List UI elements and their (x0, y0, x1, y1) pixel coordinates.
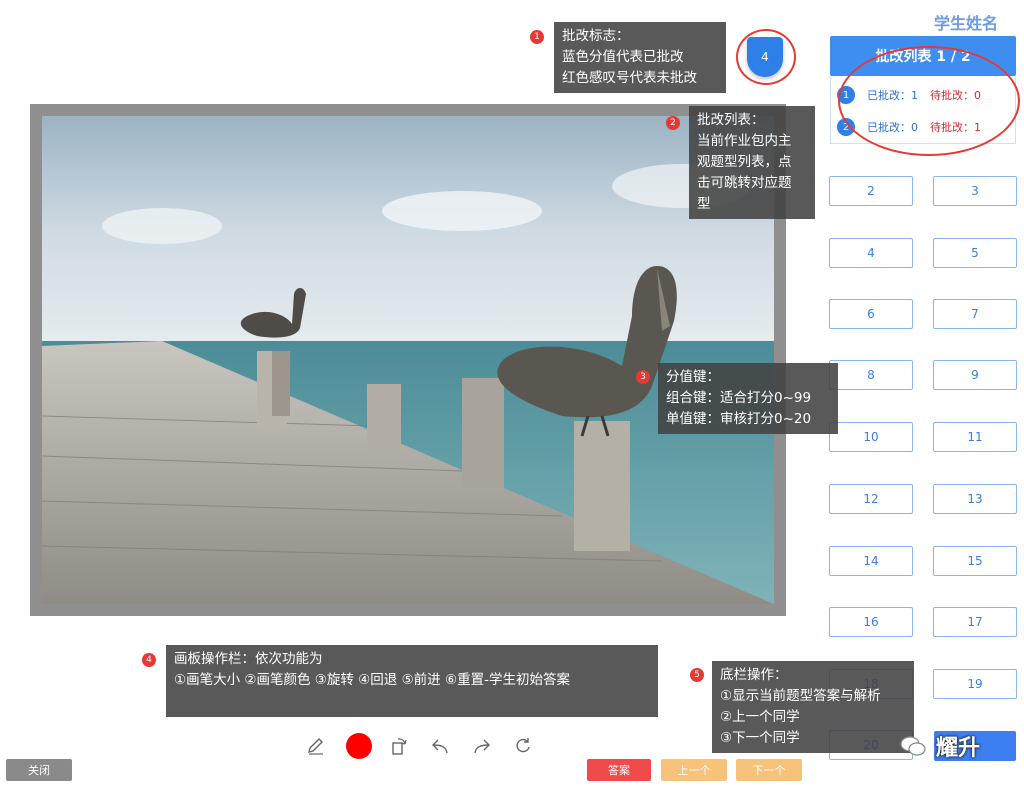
pen-icon[interactable] (304, 734, 328, 758)
question-button[interactable]: 3 (933, 176, 1017, 206)
question-button[interactable]: 10 (829, 422, 913, 452)
question-button[interactable]: 6 (829, 299, 913, 329)
reset-icon[interactable] (511, 734, 535, 758)
tip-line: 击可跳转对应题 (697, 175, 792, 191)
watermark: 耀升 (894, 728, 1016, 764)
rotate-icon[interactable] (387, 734, 411, 758)
watermark-text: 耀升 (936, 736, 981, 761)
tip-marker: 5 (690, 668, 704, 682)
question-button[interactable]: 19 (933, 669, 1017, 699)
question-button[interactable]: 2 (829, 176, 913, 206)
tip-line: ①显示当前题型答案与解析 (720, 688, 881, 704)
tip-line: ②上一个同学 (720, 709, 800, 725)
student-name: 学生姓名 (934, 14, 999, 33)
question-button[interactable]: 7 (933, 299, 1017, 329)
question-button[interactable]: 11 (933, 422, 1017, 452)
tip-line: 型 (697, 196, 711, 212)
question-button[interactable]: 4 (829, 238, 913, 268)
tip-canvas-toolbar: 画板操作栏：依次功能为 ①画笔大小 ②画笔颜色 ③旋转 ④回退 ⑤前进 ⑥重置-… (166, 645, 658, 717)
student-answer-image (42, 116, 774, 604)
tip-marker: 3 (636, 370, 650, 384)
question-button[interactable]: 13 (933, 484, 1017, 514)
wechat-icon (900, 736, 926, 756)
tip-line: 单值键：审核打分0~20 (666, 411, 812, 427)
redo-icon[interactable] (470, 734, 494, 758)
tip-line: ①画笔大小 ②画笔颜色 ③旋转 ④回退 ⑤前进 ⑥重置-学生初始答案 (174, 672, 570, 688)
question-button[interactable]: 14 (829, 546, 913, 576)
next-student-button[interactable]: 下一个 (736, 759, 802, 781)
tip-line: ③下一个同学 (720, 730, 800, 746)
undo-icon[interactable] (428, 734, 452, 758)
question-button[interactable]: 16 (829, 607, 913, 637)
tip-line: 当前作业包内主 (697, 133, 792, 149)
tip-line: 批改标志： (562, 28, 630, 44)
tip-marker: 2 (666, 116, 680, 130)
question-button[interactable]: 9 (933, 360, 1017, 390)
tip-line: 红色感叹号代表未批改 (562, 70, 697, 86)
tip-line: 底栏操作： (720, 667, 788, 683)
question-button[interactable]: 15 (933, 546, 1017, 576)
tip-review-list: 批改列表： 当前作业包内主 观题型列表，点 击可跳转对应题 型 (689, 106, 815, 219)
drawing-canvas[interactable] (30, 104, 786, 616)
question-button[interactable]: 5 (933, 238, 1017, 268)
tip-line: 组合键：适合打分0~99 (666, 390, 812, 406)
question-button[interactable]: 12 (829, 484, 913, 514)
highlight-circle (736, 29, 796, 85)
tip-bottom-bar: 底栏操作： ①显示当前题型答案与解析 ②上一个同学 ③下一个同学 (712, 661, 914, 753)
tip-line: 画板操作栏：依次功能为 (174, 651, 323, 667)
tip-line: 批改列表： (697, 112, 765, 128)
tip-review-mark: 批改标志： 蓝色分值代表已批改 红色感叹号代表未批改 (554, 22, 726, 93)
color-dot-icon[interactable] (345, 732, 373, 760)
highlight-ellipse (838, 46, 1020, 156)
tip-marker: 1 (530, 30, 544, 44)
tip-line: 蓝色分值代表已批改 (562, 49, 684, 65)
question-button[interactable]: 17 (933, 607, 1017, 637)
answer-button[interactable]: 答案 (587, 759, 651, 781)
tip-marker: 4 (142, 653, 156, 667)
tip-score-keys: 分值键： 组合键：适合打分0~99 单值键：审核打分0~20 (658, 363, 838, 434)
tip-line: 观题型列表，点 (697, 154, 792, 170)
close-button[interactable]: 关闭 (6, 759, 72, 781)
prev-student-button[interactable]: 上一个 (661, 759, 727, 781)
tip-line: 分值键： (666, 369, 720, 385)
question-button[interactable]: 8 (829, 360, 913, 390)
